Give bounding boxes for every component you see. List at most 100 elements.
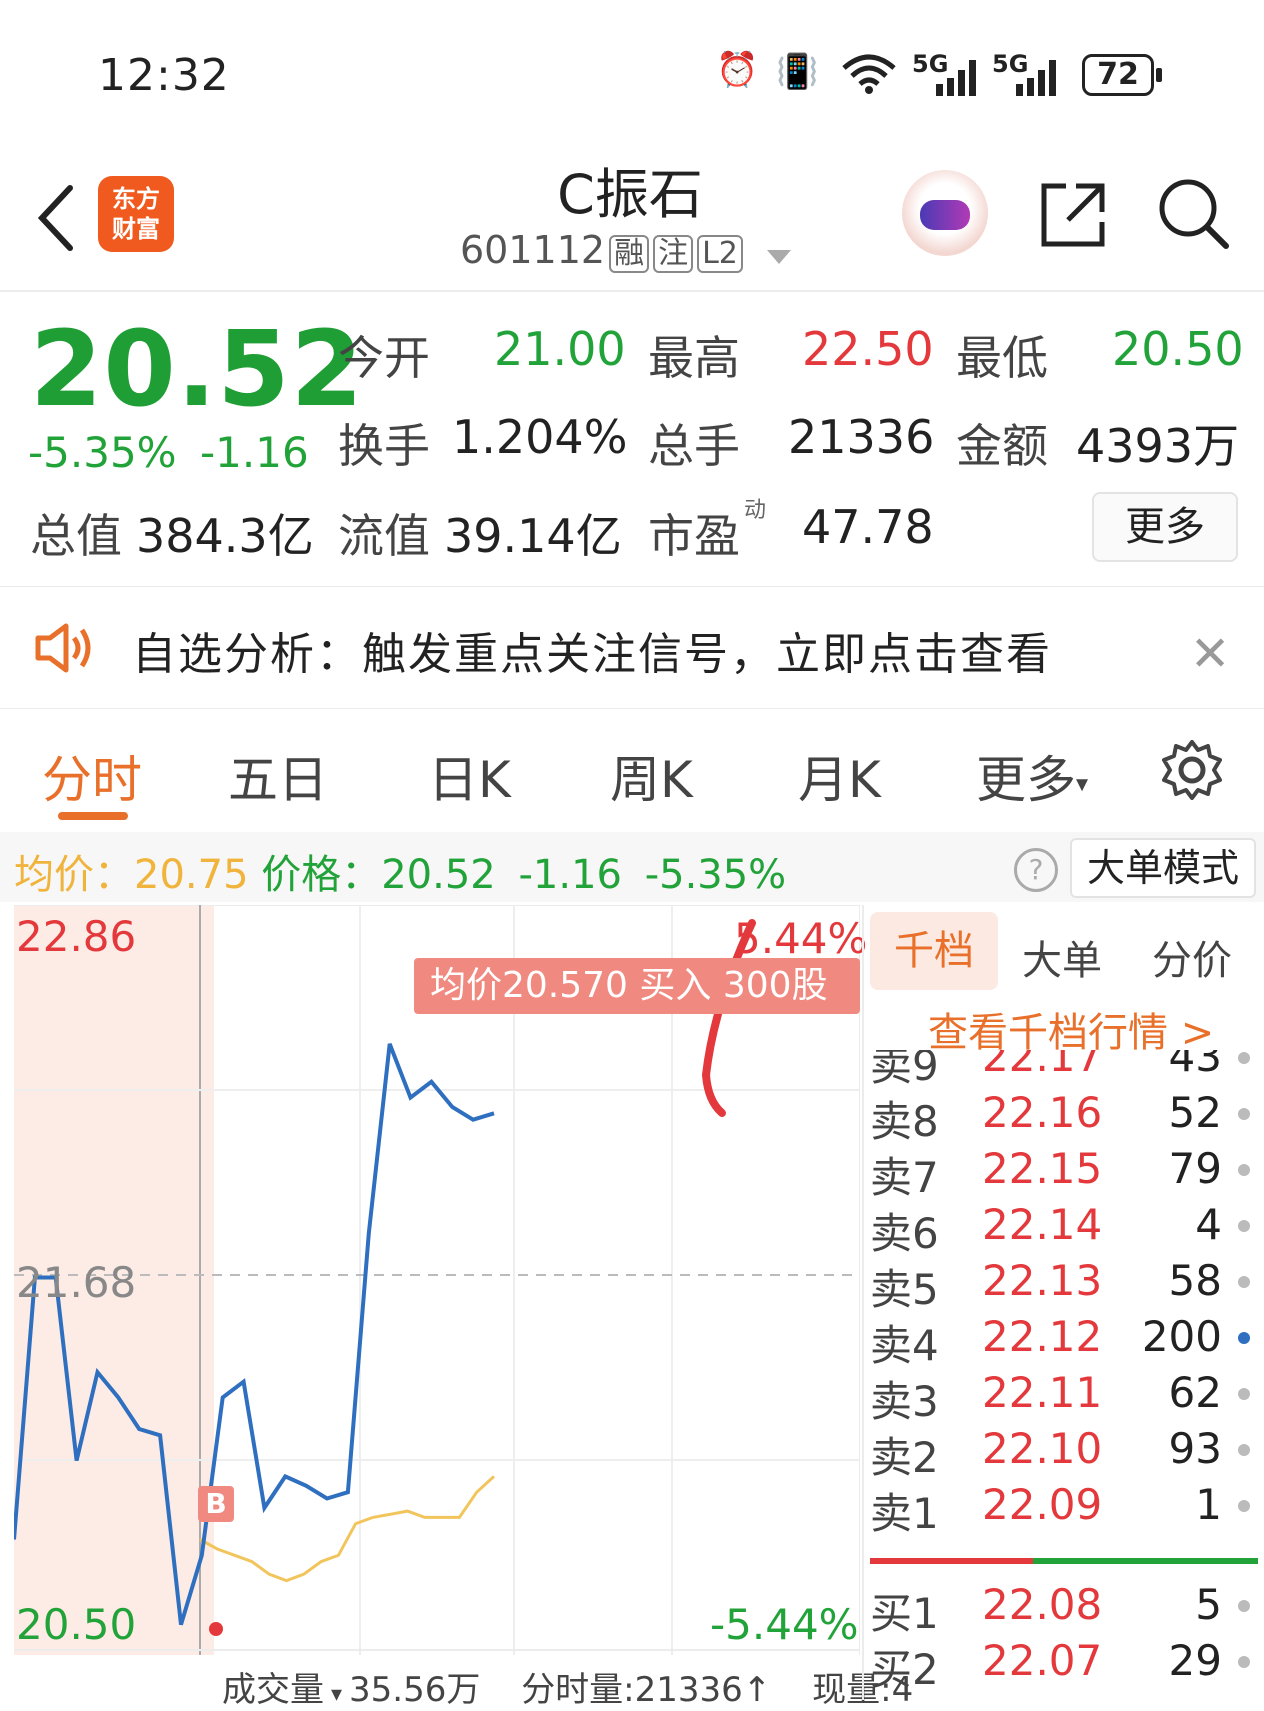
intraday-chart[interactable]	[14, 905, 860, 1655]
order-volume: 43	[1168, 1050, 1222, 1081]
battery-tip	[1156, 68, 1162, 82]
stock-code: 601112	[460, 228, 606, 272]
app-logo[interactable]: 东方 财富	[98, 176, 174, 252]
info-change-pct: -5.35%	[644, 852, 787, 898]
order-volume: 200	[1141, 1312, 1222, 1361]
y-label-mid: 21.68	[16, 1258, 137, 1307]
order-label: 卖9	[870, 1050, 939, 1090]
caret-down-icon: ▾	[324, 1682, 350, 1707]
search-icon[interactable]	[1156, 176, 1230, 250]
price-value: 20.52	[381, 852, 496, 898]
tab-daily-k[interactable]: 日K	[428, 740, 511, 812]
buy-marker[interactable]: B	[198, 1486, 234, 1522]
order-label: 卖7	[870, 1153, 939, 1202]
volume-label: 成交量	[222, 1670, 324, 1710]
order-book-divider	[862, 905, 864, 1700]
order-label: 买1	[870, 1589, 939, 1638]
signal-icon-2	[1014, 56, 1064, 102]
order-volume: 93	[1168, 1424, 1222, 1473]
volume-value: 21336	[788, 410, 935, 464]
order-price: 22.17	[982, 1050, 1103, 1081]
current-price: 20.52	[30, 308, 364, 430]
order-price: 22.09	[982, 1480, 1103, 1529]
y-label-high: 22.86	[16, 912, 137, 961]
trade-tooltip: 均价20.570 买入 300股	[414, 958, 860, 1014]
help-icon[interactable]: ?	[1014, 848, 1058, 892]
tab-intraday[interactable]: 分时	[42, 740, 142, 812]
float-label: 流值	[338, 509, 430, 563]
buy-list: 买1 22.08 5 买2 22.07 29	[866, 1580, 1264, 1700]
order-volume: 5	[1195, 1580, 1222, 1629]
tag-l2: L2	[697, 235, 743, 273]
order-volume: 62	[1168, 1368, 1222, 1417]
big-order-mode-button[interactable]: 大单模式	[1070, 838, 1256, 898]
volume-selector[interactable]: 成交量 ▾	[222, 1670, 349, 1710]
open-label: 今开	[338, 331, 430, 385]
order-dot	[1238, 1500, 1250, 1512]
sell-row[interactable]: 卖5 22.13 58	[870, 1256, 1250, 1314]
tab-monthly-k[interactable]: 月K	[798, 740, 881, 812]
float-value: 39.14亿	[444, 509, 622, 563]
amount-value: 4393万	[1076, 419, 1240, 473]
order-volume: 58	[1168, 1256, 1222, 1305]
buy-row[interactable]: 买1 22.08 5	[870, 1580, 1250, 1638]
logo-line-2: 财富	[112, 215, 160, 243]
change-amount: -1.16	[200, 428, 309, 477]
order-label: 卖5	[870, 1265, 939, 1314]
turnover-value: 1.204%	[452, 410, 628, 464]
tab-price-split[interactable]: 分价	[1152, 928, 1232, 986]
change-percent: -5.35%	[28, 428, 177, 477]
speaker-icon	[32, 620, 96, 680]
mktcap-label: 总值	[30, 509, 122, 563]
tab-more[interactable]: 更多▾	[976, 740, 1088, 812]
sell-row[interactable]: 卖4 22.12 200	[870, 1312, 1250, 1370]
tab-more-label: 更多	[976, 751, 1076, 809]
tab-big-order[interactable]: 大单	[1022, 928, 1102, 986]
order-label: 卖1	[870, 1489, 939, 1538]
back-icon[interactable]	[28, 178, 88, 258]
volume-row: 成交量 ▾ 35.56万 分时量:21336↑ 现量:4	[222, 1662, 913, 1711]
tab-five-day[interactable]: 五日	[228, 740, 328, 812]
tab-depth[interactable]: 千档	[870, 912, 998, 990]
y-label-low: 20.50	[16, 1600, 137, 1649]
share-icon[interactable]	[1036, 178, 1110, 252]
order-price: 22.15	[982, 1144, 1103, 1193]
price-label: 价格：	[261, 852, 382, 898]
close-icon[interactable]: ✕	[1190, 626, 1230, 682]
turnover-label: 换手	[338, 419, 430, 473]
tick-volume: 分时量:21336↑	[521, 1670, 772, 1710]
robot-face	[920, 200, 970, 230]
pct-label-high: 5.44%	[734, 914, 868, 963]
order-price: 22.16	[982, 1088, 1103, 1137]
signal-icon-1	[934, 56, 984, 102]
order-label: 卖3	[870, 1377, 939, 1426]
tab-weekly-k[interactable]: 周K	[610, 740, 693, 812]
sell-row[interactable]: 卖7 22.15 79	[870, 1144, 1250, 1202]
buy-row[interactable]: 买2 22.07 29	[870, 1636, 1250, 1694]
order-dot	[1238, 1164, 1250, 1176]
tab-underline	[58, 812, 128, 820]
settings-gear-icon[interactable]	[1160, 738, 1224, 806]
pe-label: 市盈	[648, 509, 740, 563]
sell-row[interactable]: 卖9 22.17 43	[870, 1050, 1250, 1090]
more-button[interactable]: 更多	[1092, 492, 1238, 562]
sell-row[interactable]: 卖8 22.16 52	[870, 1088, 1250, 1146]
banner-divider	[0, 708, 1264, 709]
order-price: 22.14	[982, 1200, 1103, 1249]
sell-row[interactable]: 卖6 22.14 4	[870, 1200, 1250, 1258]
quote-divider	[0, 586, 1264, 587]
order-price: 22.08	[982, 1580, 1103, 1629]
low-label: 最低	[956, 331, 1048, 385]
order-volume: 79	[1168, 1144, 1222, 1193]
sell-row[interactable]: 卖3 22.11 62	[870, 1368, 1250, 1426]
sell-row[interactable]: 卖1 22.09 1	[870, 1480, 1250, 1538]
sell-row[interactable]: 卖2 22.10 93	[870, 1424, 1250, 1482]
order-label: 卖2	[870, 1433, 939, 1482]
pe-value: 47.78	[802, 500, 934, 554]
open-value: 21.00	[494, 322, 626, 376]
amount-label: 金额	[956, 419, 1048, 473]
order-price: 22.12	[982, 1312, 1103, 1361]
dropdown-icon[interactable]	[765, 231, 793, 275]
stock-code-row[interactable]: 601112 融注 L2	[460, 228, 793, 275]
clock: 12:32	[98, 50, 230, 101]
